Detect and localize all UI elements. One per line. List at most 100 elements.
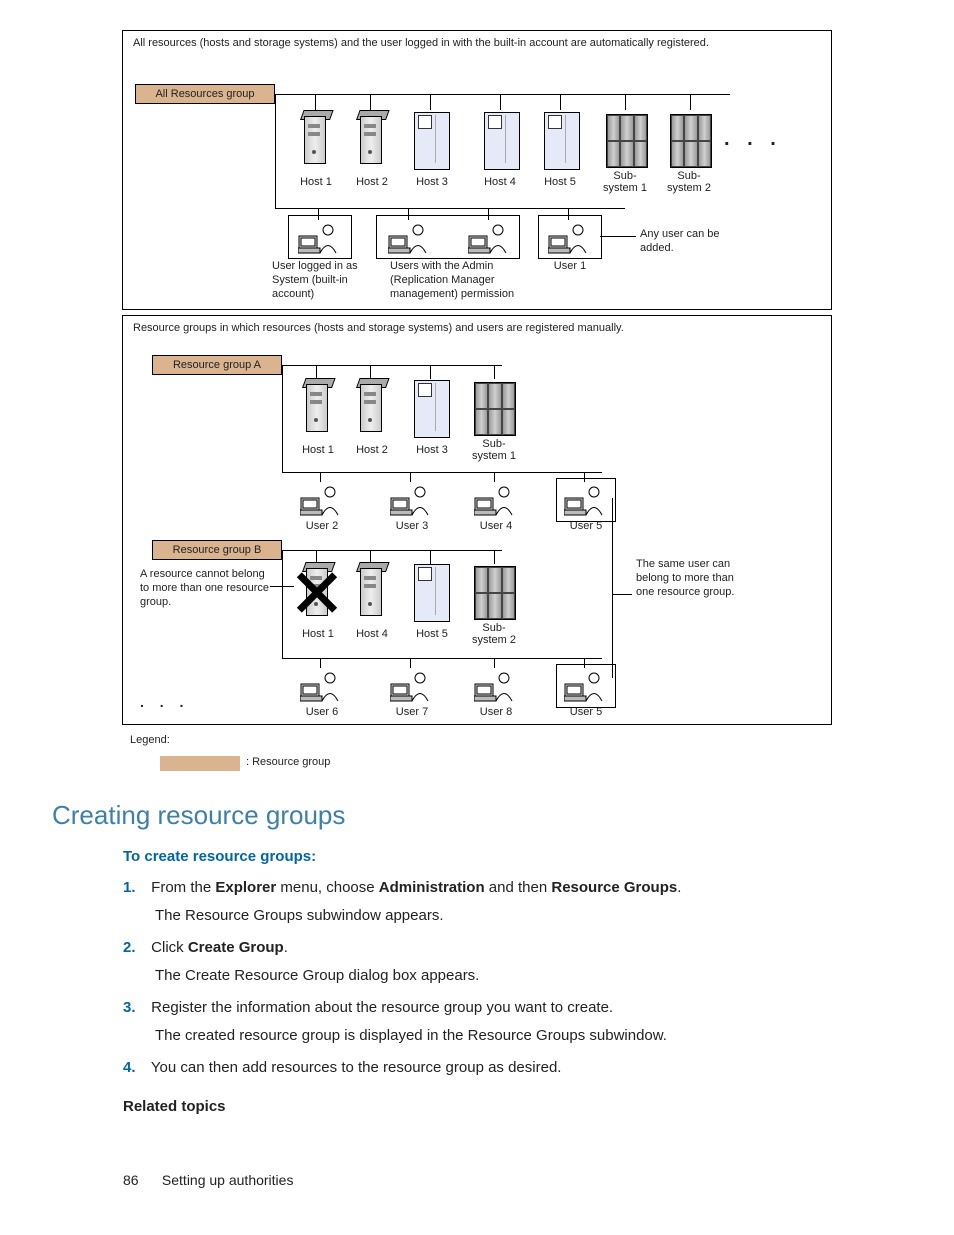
connector bbox=[315, 94, 316, 110]
connector bbox=[316, 365, 317, 379]
step2-text-a: Click bbox=[151, 939, 188, 956]
connector bbox=[275, 94, 276, 209]
connector bbox=[430, 365, 431, 379]
storage-icon bbox=[414, 380, 450, 438]
related-topics: Related topics bbox=[123, 1098, 226, 1115]
label-b-host5: Host 5 bbox=[412, 628, 452, 640]
connector bbox=[430, 550, 431, 564]
label-b-host1: Host 1 bbox=[298, 628, 338, 640]
label-sub2: Sub- system 2 bbox=[664, 170, 714, 194]
user-group-box bbox=[376, 215, 520, 259]
label-host5: Host 5 bbox=[540, 176, 580, 188]
label-a-host1: Host 1 bbox=[298, 444, 338, 456]
step-2: 2. Click Create Group. bbox=[123, 938, 863, 958]
connector bbox=[410, 472, 411, 482]
page-number: 86 bbox=[123, 1172, 139, 1188]
section-heading: Creating resource groups bbox=[52, 800, 345, 831]
connector bbox=[275, 94, 730, 95]
legend-text: : Resource group bbox=[246, 756, 330, 770]
connector bbox=[282, 658, 602, 659]
step2-text-c: . bbox=[284, 939, 288, 956]
step-4: 4. You can then add resources to the res… bbox=[123, 1058, 863, 1078]
step-2-sub: The Create Resource Group dialog box app… bbox=[155, 966, 479, 986]
label-b-sub2: Sub- system 2 bbox=[464, 622, 524, 646]
label-a-host2: Host 2 bbox=[352, 444, 392, 456]
label-user2: User 2 bbox=[300, 520, 344, 532]
subsystem-icon bbox=[670, 114, 712, 168]
step-3-sub: The created resource group is displayed … bbox=[155, 1026, 667, 1046]
connector bbox=[494, 365, 495, 379]
connector bbox=[282, 550, 283, 658]
user-icon bbox=[474, 482, 514, 516]
host-icon bbox=[356, 378, 384, 436]
storage-icon bbox=[484, 112, 520, 170]
caption-same-user: The same user can belong to more than on… bbox=[636, 558, 746, 599]
host-icon bbox=[356, 110, 384, 168]
step1-text-b: Explorer bbox=[215, 879, 276, 896]
label-a-host3: Host 3 bbox=[412, 444, 452, 456]
caption-admin-users: Users with the Admin (Replication Manage… bbox=[390, 260, 540, 301]
group-label-a: Resource group A bbox=[152, 355, 282, 375]
label-a-sub1: Sub- system 1 bbox=[464, 438, 524, 462]
connector bbox=[494, 472, 495, 482]
subsystem-icon bbox=[474, 382, 516, 436]
connector bbox=[612, 498, 613, 678]
user-icon bbox=[390, 482, 430, 516]
label-sub1: Sub- system 1 bbox=[600, 170, 650, 194]
storage-icon bbox=[544, 112, 580, 170]
step1-text-f: Resource Groups bbox=[551, 879, 677, 896]
host-icon bbox=[302, 378, 330, 436]
label-user7: User 7 bbox=[390, 706, 434, 718]
user-icon bbox=[474, 668, 514, 702]
step2-text-b: Create Group bbox=[188, 939, 284, 956]
step1-text-a: From the bbox=[151, 879, 215, 896]
connector bbox=[600, 236, 636, 237]
step-number: 1. bbox=[123, 878, 147, 898]
step1-text-d: Administration bbox=[379, 879, 485, 896]
group-label-b: Resource group B bbox=[152, 540, 282, 560]
ellipsis: . . . bbox=[724, 128, 782, 151]
label-user6: User 6 bbox=[300, 706, 344, 718]
step-1: 1. From the Explorer menu, choose Admini… bbox=[123, 878, 863, 898]
page-footer: 86 Setting up authorities bbox=[123, 1172, 293, 1188]
step3-text: Register the information about the resou… bbox=[151, 999, 613, 1016]
user-icon bbox=[300, 482, 340, 516]
label-user5b: User 5 bbox=[564, 706, 608, 718]
label-user1: User 1 bbox=[548, 260, 592, 272]
step1-text-e: and then bbox=[485, 879, 552, 896]
storage-icon bbox=[414, 112, 450, 170]
user-icon bbox=[300, 668, 340, 702]
connector bbox=[320, 658, 321, 668]
host-icon bbox=[300, 110, 328, 168]
host-icon bbox=[356, 562, 384, 620]
label-host2: Host 2 bbox=[352, 176, 392, 188]
footer-section: Setting up authorities bbox=[162, 1172, 294, 1188]
step-number: 4. bbox=[123, 1058, 147, 1078]
ellipsis: . . . bbox=[140, 694, 189, 710]
caption-login-system: User logged in as System (built-in accou… bbox=[272, 260, 382, 301]
connector bbox=[282, 365, 283, 473]
user-group-box bbox=[556, 478, 616, 522]
user-group-box bbox=[288, 215, 352, 259]
connector bbox=[612, 594, 632, 595]
label-user4: User 4 bbox=[474, 520, 518, 532]
step-number: 3. bbox=[123, 998, 147, 1018]
panel1-caption: All resources (hosts and storage systems… bbox=[133, 37, 823, 51]
connector bbox=[690, 94, 691, 110]
label-host1: Host 1 bbox=[296, 176, 336, 188]
label-host3: Host 3 bbox=[412, 176, 452, 188]
subheading: To create resource groups: bbox=[123, 848, 316, 865]
connector bbox=[500, 94, 501, 110]
connector bbox=[410, 658, 411, 668]
label-user5a: User 5 bbox=[564, 520, 608, 532]
step1-text-g: . bbox=[677, 879, 681, 896]
connector bbox=[494, 658, 495, 668]
label-host4: Host 4 bbox=[480, 176, 520, 188]
label-user3: User 3 bbox=[390, 520, 434, 532]
panel2-caption: Resource groups in which resources (host… bbox=[133, 322, 823, 336]
user-group-box bbox=[538, 215, 602, 259]
user-icon bbox=[390, 668, 430, 702]
connector bbox=[275, 208, 625, 209]
caption-any-user: Any user can be added. bbox=[640, 228, 730, 256]
subsystem-icon bbox=[474, 566, 516, 620]
